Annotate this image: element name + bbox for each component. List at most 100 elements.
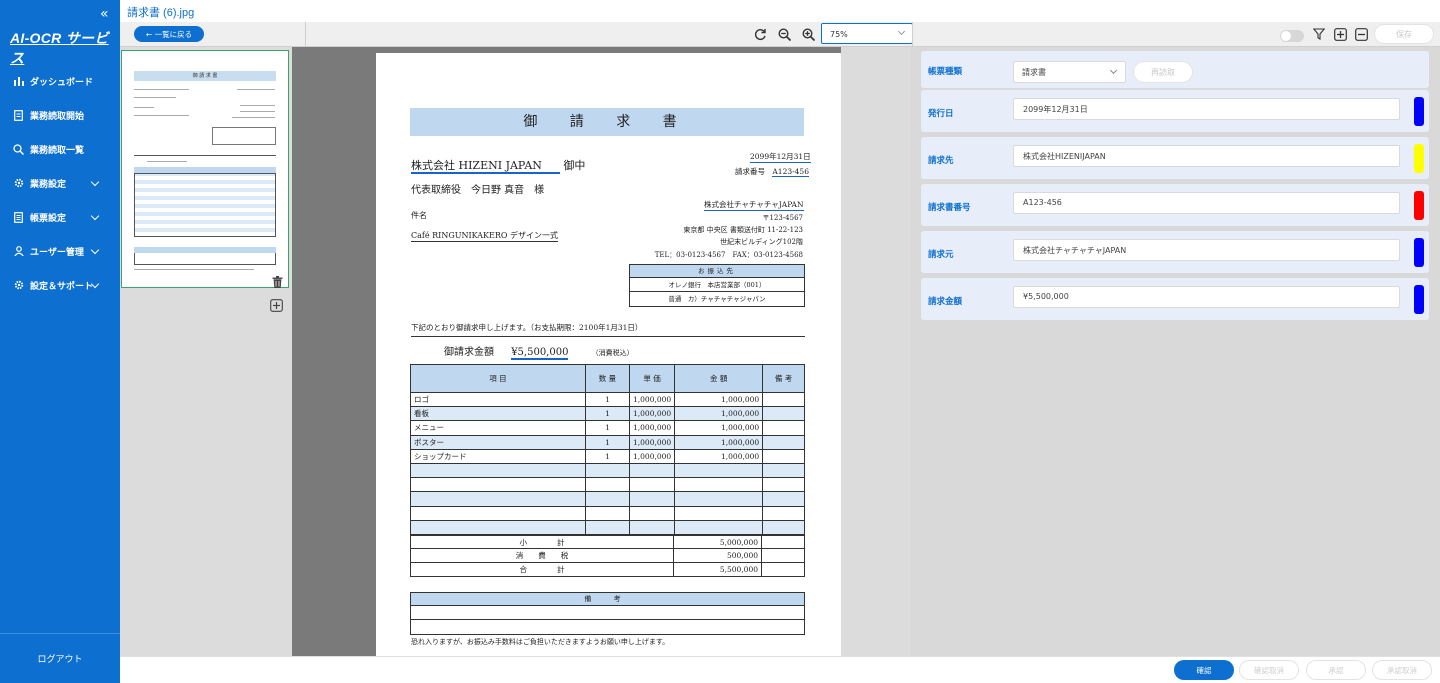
brand-logo[interactable]: AI-OCR サービス bbox=[10, 28, 120, 68]
approve-button[interactable]: 承認 bbox=[1306, 660, 1366, 680]
table-row-empty bbox=[410, 477, 805, 493]
invoice-page: 御 請 求 書 株式会社 HIZENI JAPAN 御中 代表取締役 今日野 真… bbox=[376, 53, 841, 656]
column-header: 単 価 bbox=[628, 364, 676, 393]
field-label: 請求元 bbox=[928, 250, 954, 260]
sidebar-item-business-settings[interactable]: 業務設定 bbox=[0, 166, 120, 200]
confirm-button[interactable]: 確認 bbox=[1174, 660, 1234, 680]
trash-icon[interactable] bbox=[272, 273, 283, 292]
sidebar-item-label: 帳票設定 bbox=[30, 213, 67, 224]
user-icon bbox=[13, 246, 24, 257]
remarks-box: 備 考 bbox=[410, 592, 805, 635]
sidebar-item-dashboard[interactable]: ダッシュボード bbox=[0, 64, 120, 98]
invoice-number: A123-456 bbox=[772, 167, 809, 177]
viewer-margin bbox=[841, 47, 911, 656]
form-type-select[interactable]: 請求書 bbox=[1013, 61, 1126, 83]
sidebar-item-settings-support[interactable]: 設定＆サポート bbox=[0, 268, 120, 302]
invoice-intro: 下記のとおり御請求申し上げます。（お支払期限：2100年1月31日） bbox=[411, 322, 805, 337]
amount-label: 御請求金額 bbox=[444, 347, 494, 358]
chevron-down-icon bbox=[1109, 66, 1118, 75]
item-note bbox=[762, 434, 805, 450]
field-color-marker[interactable] bbox=[1414, 191, 1424, 220]
item-unit-price: 1,000,000 bbox=[628, 448, 676, 464]
thumbnail-title: 御 請 求 書 bbox=[134, 71, 276, 81]
invoice-number-line: 請求番号 A123-456 bbox=[735, 166, 809, 177]
field-color-marker[interactable] bbox=[1414, 238, 1424, 267]
filter-icon[interactable] bbox=[1312, 27, 1326, 41]
sidebar-nav: ダッシュボード 業務読取開始 業務読取一覧 業務設定 帳票設定 ユーザー管理 設… bbox=[0, 64, 120, 302]
page-thumbnail[interactable]: 御 請 求 書 bbox=[121, 50, 289, 288]
sidebar-item-label: 業務読取一覧 bbox=[30, 145, 85, 156]
field-row-amount: 請求金額 ¥5,500,000 bbox=[921, 278, 1429, 320]
table-header-row: 項 目 数 量 単 価 金 額 備 考 bbox=[410, 364, 805, 393]
table-row: 看板 1 1,000,000 1,000,000 bbox=[410, 406, 805, 422]
form-type-label: 帳票種類 bbox=[928, 67, 963, 77]
bank-info-box: お振込先 オレノ銀行 本店営業部（001） 普通 カ）チャチャチャジャパン bbox=[629, 264, 805, 307]
back-to-list-button[interactable]: ← 一覧に戻る bbox=[134, 26, 204, 42]
sidebar-item-user-management[interactable]: ユーザー管理 bbox=[0, 234, 120, 268]
chevron-down-icon bbox=[90, 245, 100, 255]
tax-label: 消 費 税 bbox=[411, 549, 674, 562]
field-input[interactable]: ¥5,500,000 bbox=[1013, 286, 1400, 308]
save-button[interactable]: 保存 bbox=[1374, 24, 1434, 44]
form-type-row: 帳票種類 請求書 再読取 bbox=[921, 51, 1429, 88]
table-row-empty bbox=[410, 491, 805, 507]
item-note bbox=[762, 406, 805, 422]
subject: Café RINGUNIKAKERO デザイン一式 bbox=[411, 231, 558, 242]
sidebar-item-start-reading[interactable]: 業務読取開始 bbox=[0, 98, 120, 132]
field-color-marker[interactable] bbox=[1414, 285, 1424, 314]
toggle-switch[interactable] bbox=[1280, 30, 1304, 42]
field-input[interactable]: 2099年12月31日 bbox=[1013, 98, 1400, 120]
add-page-icon[interactable] bbox=[270, 297, 283, 312]
field-label: 発行日 bbox=[928, 109, 954, 119]
bank-header: お振込先 bbox=[630, 265, 804, 278]
zoom-out-icon[interactable] bbox=[777, 27, 791, 41]
item-unit-price: 1,000,000 bbox=[628, 391, 676, 408]
sidebar-item-form-settings[interactable]: 帳票設定 bbox=[0, 200, 120, 234]
field-row-invoice-number: 請求書番号 A123-456 bbox=[921, 184, 1429, 226]
logout-button[interactable]: ログアウト bbox=[0, 633, 120, 683]
subtotal-row: 小 計 5,000,000 bbox=[410, 535, 805, 549]
field-color-marker[interactable] bbox=[1414, 97, 1424, 126]
table-row: ポスター 1 1,000,000 1,000,000 bbox=[410, 434, 805, 450]
toolbar: ← 一覧に戻る 75% 保存 bbox=[120, 22, 1440, 47]
add-field-icon[interactable] bbox=[1333, 27, 1347, 41]
remove-field-icon[interactable] bbox=[1354, 27, 1368, 41]
field-row-issue-date: 発行日 2099年12月31日 bbox=[921, 90, 1429, 132]
column-header: 備 考 bbox=[762, 364, 805, 393]
item-amount: 1,000,000 bbox=[674, 420, 764, 436]
sidebar-item-reading-list[interactable]: 業務読取一覧 bbox=[0, 132, 120, 166]
item-name: ショップカード bbox=[410, 448, 586, 464]
sidebar-item-label: 設定＆サポート bbox=[30, 281, 94, 292]
field-input[interactable]: 株式会社チャチャチャJAPAN bbox=[1013, 239, 1400, 261]
divider bbox=[912, 22, 913, 47]
collapse-sidebar-icon[interactable]: « bbox=[100, 6, 109, 22]
rotate-icon[interactable] bbox=[753, 27, 767, 41]
field-label: 請求書番号 bbox=[928, 203, 971, 213]
field-input[interactable]: 株式会社HIZENIJAPAN bbox=[1013, 145, 1400, 167]
cancel-approve-button[interactable]: 承認取消 bbox=[1372, 660, 1432, 680]
item-amount: 1,000,000 bbox=[674, 448, 764, 464]
item-name: 看板 bbox=[410, 406, 586, 422]
amount-value: ¥5,500,000 bbox=[511, 347, 569, 360]
page-thumbnails: 御 請 求 書 bbox=[120, 47, 292, 656]
cancel-confirm-button[interactable]: 確認取消 bbox=[1239, 660, 1299, 680]
item-note bbox=[762, 448, 805, 464]
item-qty: 1 bbox=[585, 406, 630, 422]
tax-value: 500,000 bbox=[674, 549, 762, 562]
recipient-suffix: 御中 bbox=[563, 159, 586, 172]
remarks-header: 備 考 bbox=[411, 593, 804, 606]
totals-block: 小 計 5,000,000 消 費 税 500,000 合 計 5,500,00… bbox=[410, 535, 805, 577]
field-input[interactable]: A123-456 bbox=[1013, 192, 1400, 214]
zoom-in-icon[interactable] bbox=[801, 27, 815, 41]
total-label: 合 計 bbox=[411, 563, 674, 576]
reread-button[interactable]: 再読取 bbox=[1133, 61, 1193, 83]
table-row-empty bbox=[410, 519, 805, 535]
field-color-marker[interactable] bbox=[1414, 144, 1424, 173]
zoom-select[interactable]: 75% bbox=[821, 23, 913, 44]
item-qty: 1 bbox=[585, 434, 630, 450]
field-row-bill-to: 請求先 株式会社HIZENIJAPAN bbox=[921, 137, 1429, 179]
document-viewer[interactable]: 御 請 求 書 株式会社 HIZENI JAPAN 御中 代表取締役 今日野 真… bbox=[292, 47, 911, 656]
item-amount: 1,000,000 bbox=[674, 434, 764, 450]
file-name: 請求書 (6).jpg bbox=[127, 7, 195, 19]
issuer-tel-fax: TEL：03-0123-4567 FAX：03-0123-4568 bbox=[654, 251, 803, 259]
